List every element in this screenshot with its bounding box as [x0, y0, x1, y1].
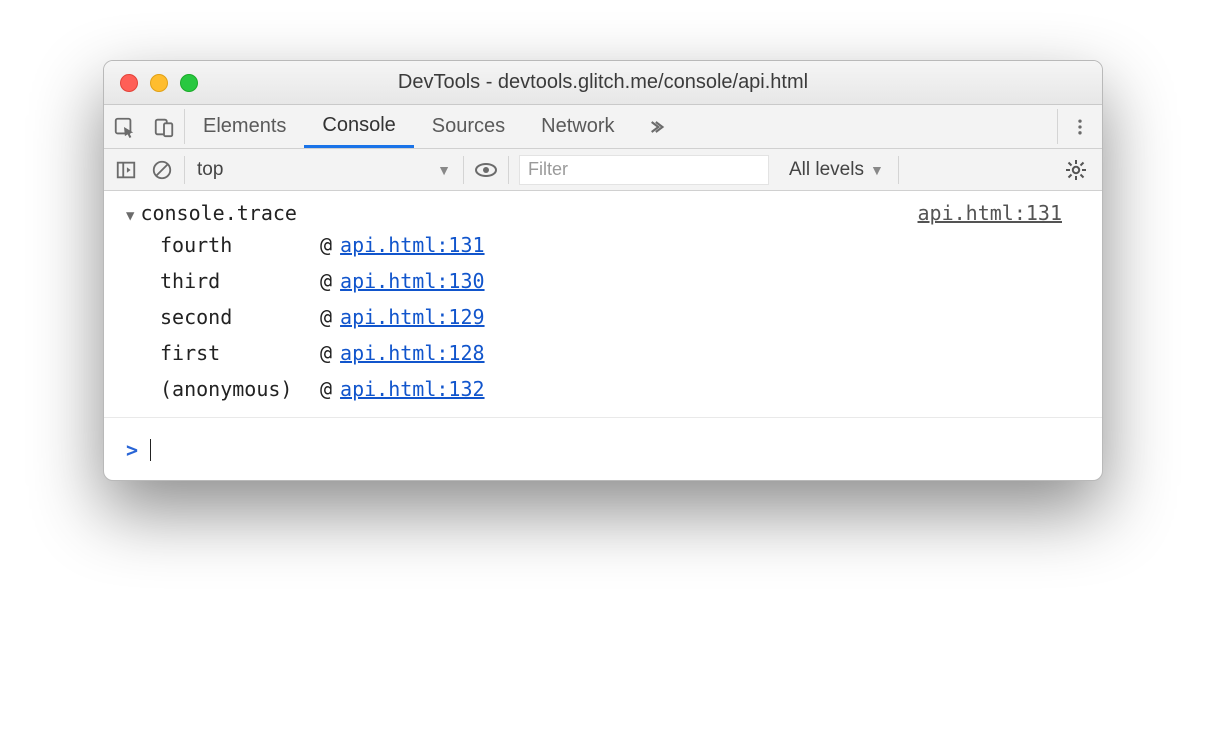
stack-source-link[interactable]: api.html:129 — [340, 305, 485, 329]
zoom-icon[interactable] — [180, 74, 198, 92]
tab-sources[interactable]: Sources — [414, 105, 523, 148]
source-link[interactable]: api.html:131 — [918, 201, 1081, 225]
stack-at-symbol: @ — [320, 305, 332, 329]
stack-function-name: fourth — [160, 233, 320, 257]
kebab-menu-icon[interactable] — [1058, 105, 1102, 148]
stack-function-name: (anonymous) — [160, 377, 320, 401]
stack-frame-row: first @ api.html:128 — [104, 335, 1102, 371]
log-levels-label: All levels — [789, 159, 864, 181]
minimize-icon[interactable] — [150, 74, 168, 92]
text-caret-icon — [150, 439, 151, 461]
live-expression-icon[interactable] — [468, 152, 504, 188]
titlebar: DevTools - devtools.glitch.me/console/ap… — [104, 61, 1102, 105]
tab-network[interactable]: Network — [523, 105, 632, 148]
devtools-window: DevTools - devtools.glitch.me/console/ap… — [103, 60, 1103, 481]
console-toolbar: top ▼ All levels ▼ — [104, 149, 1102, 191]
chevron-down-icon: ▼ — [870, 162, 884, 178]
stack-function-name: second — [160, 305, 320, 329]
console-settings-icon[interactable] — [1054, 158, 1098, 182]
traffic-lights — [104, 74, 198, 92]
disclosure-triangle-icon[interactable]: ▼ — [126, 208, 134, 224]
clear-console-icon[interactable] — [144, 152, 180, 188]
spacer — [677, 105, 1058, 148]
stack-frame-row: (anonymous) @ api.html:132 — [104, 371, 1102, 407]
divider — [463, 156, 464, 184]
inspect-element-icon[interactable] — [104, 105, 144, 148]
tab-elements[interactable]: Elements — [185, 105, 304, 148]
stack-frame-row: third @ api.html:130 — [104, 263, 1102, 299]
devtools-tabstrip: Elements Console Sources Network — [104, 105, 1102, 149]
divider — [898, 156, 899, 184]
prompt-chevron-icon: > — [126, 438, 138, 462]
stack-source-link[interactable]: api.html:132 — [340, 377, 485, 401]
stack-at-symbol: @ — [320, 341, 332, 365]
sidebar-toggle-icon[interactable] — [108, 152, 144, 188]
console-body: ▼ console.trace api.html:131 fourth @ ap… — [104, 191, 1102, 480]
close-icon[interactable] — [120, 74, 138, 92]
stack-source-link[interactable]: api.html:131 — [340, 233, 485, 257]
chevron-down-icon: ▼ — [437, 162, 451, 178]
stack-frame-row: second @ api.html:129 — [104, 299, 1102, 335]
stack-at-symbol: @ — [320, 269, 332, 293]
device-toggle-icon[interactable] — [144, 105, 184, 148]
stack-source-link[interactable]: api.html:128 — [340, 341, 485, 365]
window-title: DevTools - devtools.glitch.me/console/ap… — [104, 71, 1102, 94]
trace-label: console.trace — [140, 201, 297, 225]
filter-input[interactable] — [519, 155, 769, 185]
stack-at-symbol: @ — [320, 233, 332, 257]
execution-context-select[interactable]: top ▼ — [189, 159, 459, 181]
stack-source-link[interactable]: api.html:130 — [340, 269, 485, 293]
console-prompt-row[interactable]: > — [104, 417, 1102, 478]
more-tabs-icon[interactable] — [633, 105, 677, 148]
stack-function-name: third — [160, 269, 320, 293]
execution-context-label: top — [197, 159, 223, 181]
log-levels-select[interactable]: All levels ▼ — [779, 159, 894, 181]
trace-header-row[interactable]: ▼ console.trace api.html:131 — [104, 199, 1102, 227]
divider — [184, 156, 185, 184]
stack-frame-row: fourth @ api.html:131 — [104, 227, 1102, 263]
stack-at-symbol: @ — [320, 377, 332, 401]
stack-function-name: first — [160, 341, 320, 365]
tab-console[interactable]: Console — [304, 105, 413, 148]
divider — [508, 156, 509, 184]
